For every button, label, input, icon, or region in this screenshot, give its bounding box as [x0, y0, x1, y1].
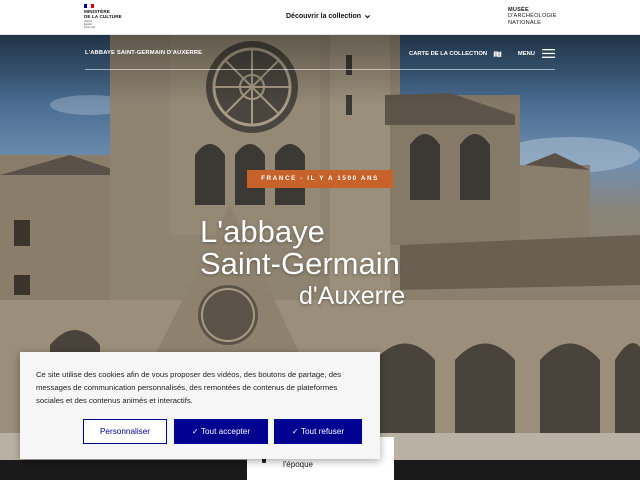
- museum-archaeology-logo[interactable]: MUSÉE D'ARCHÉOLOGIE NATIONALE: [508, 7, 557, 26]
- collection-map-label: CARTE DE LA COLLECTION: [409, 51, 488, 57]
- page-title-line3: d'Auxerre: [299, 282, 406, 310]
- hamburger-icon: [542, 49, 555, 58]
- ministry-name: MINISTÈRE DE LA CULTURE: [84, 9, 122, 19]
- museum-logo-line2: D'ARCHÉOLOGIE: [508, 13, 557, 20]
- ministry-of-culture-logo[interactable]: MINISTÈRE DE LA CULTURE Liberté Égalité …: [84, 4, 134, 32]
- hero-top-shade: [0, 35, 640, 105]
- french-flag-icon: [84, 4, 94, 8]
- menu-button[interactable]: MENU: [518, 49, 555, 58]
- collection-map-link[interactable]: CARTE DE LA COLLECTION: [409, 50, 502, 58]
- chevron-down-icon: [365, 15, 371, 19]
- refuse-all-cookies-button[interactable]: ✓ Tout refuser: [274, 419, 362, 444]
- period-badge: FRANCE - IL Y A 1500 ANS: [247, 170, 393, 188]
- discover-collection-dropdown[interactable]: Découvrir la collection: [286, 13, 371, 20]
- personalize-cookies-button[interactable]: Personnaliser: [83, 419, 167, 444]
- museum-logo-line3: NATIONALE: [508, 19, 542, 26]
- accept-all-cookies-button[interactable]: ✓ Tout accepter: [174, 419, 268, 444]
- cookie-consent-banner: Ce site utilise des cookies afin de vous…: [20, 352, 380, 459]
- map-icon: [493, 51, 502, 58]
- top-header: MINISTÈRE DE LA CULTURE Liberté Égalité …: [0, 0, 640, 35]
- ministry-motto: Liberté Égalité Fraternité: [84, 20, 96, 29]
- cookie-message: Ce site utilise des cookies afin de vous…: [36, 370, 342, 405]
- discover-collection-label: Découvrir la collection: [286, 13, 362, 20]
- page-title-line1: L'abbaye: [200, 214, 325, 249]
- sub-navigation: L'ABBAYE SAINT-GERMAIN D'AUXERRE CARTE D…: [85, 49, 555, 70]
- timeline-card-caption: l'époque: [283, 460, 313, 469]
- menu-label: MENU: [517, 50, 535, 57]
- page-title-line2: Saint-Germain: [200, 246, 400, 281]
- site-name-link[interactable]: L'ABBAYE SAINT-GERMAIN D'AUXERRE: [85, 50, 202, 56]
